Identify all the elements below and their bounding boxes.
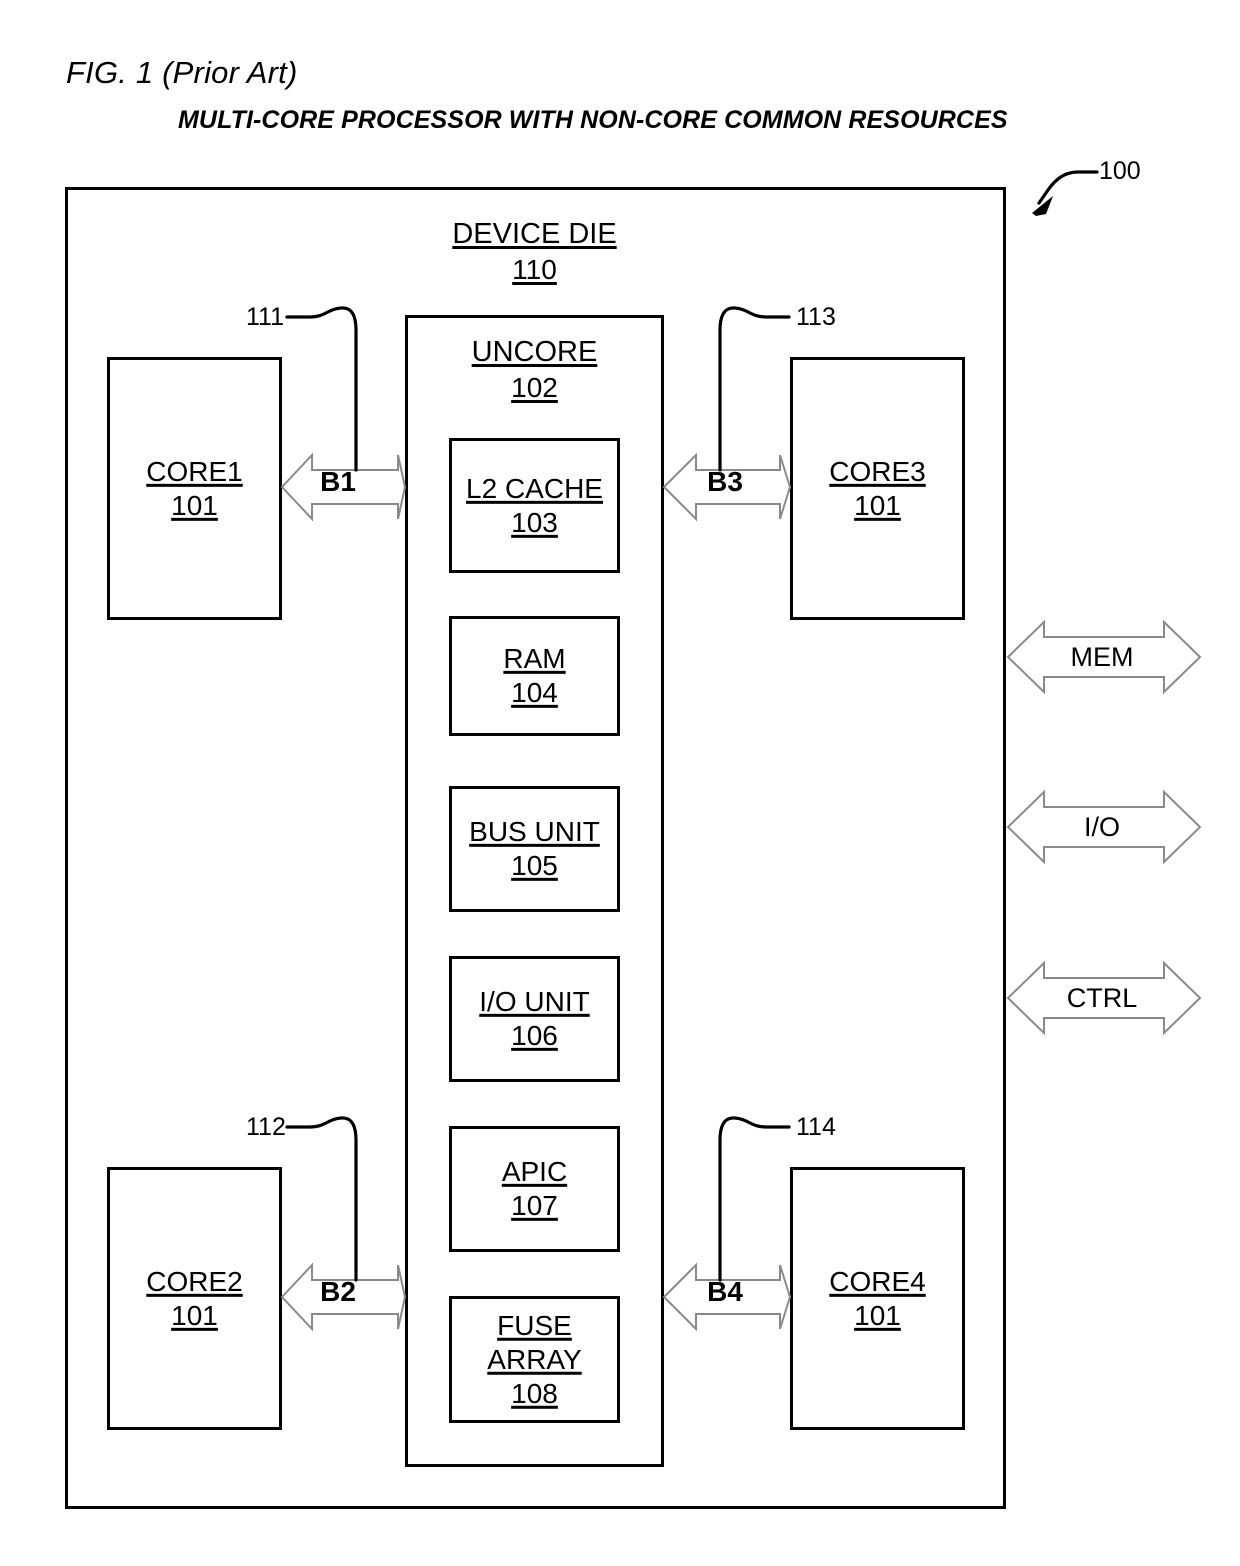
core3-ref: 101	[854, 489, 901, 521]
bus-label-b4: B4	[707, 1276, 743, 1307]
uncore-unit-ram: RAM 104	[449, 616, 620, 736]
reference-numeral-111: 111	[246, 303, 285, 331]
core4-ref: 101	[854, 1299, 901, 1331]
leader-arrowhead-100	[1032, 196, 1053, 216]
external-port-label-mem: MEM	[1070, 642, 1134, 672]
uncore-unit-label: L2 CACHE 103	[452, 471, 617, 539]
uncore-unit-label: BUS UNIT 105	[452, 815, 617, 883]
apic-name: APIC	[501, 1155, 568, 1187]
uncore-unit-bus-unit: BUS UNIT 105	[449, 786, 620, 912]
bus-unit-ref: 105	[511, 850, 558, 881]
fuse-array-name: FUSE ARRAY	[487, 1309, 582, 1375]
uncore-unit-io-unit: I/O UNIT 106	[449, 956, 620, 1082]
reference-numeral-100: 100	[1099, 157, 1141, 185]
core-label: CORE1 101	[110, 454, 279, 522]
core-label: CORE4 101	[793, 1264, 962, 1332]
uncore-ref: 102	[511, 372, 558, 404]
core-block-core2: CORE2 101	[107, 1167, 282, 1430]
uncore-unit-l2-cache: L2 CACHE 103	[449, 438, 620, 573]
uncore-name: UNCORE	[471, 336, 598, 368]
device-die-label: DEVICE DIE 110	[405, 216, 664, 287]
figure-title: FIG. 1 (Prior Art)	[66, 55, 298, 90]
external-port-label-ctrl: CTRL	[1066, 983, 1138, 1013]
uncore-unit-label: RAM 104	[452, 642, 617, 710]
core3-name: CORE3	[829, 455, 926, 487]
fuse-array-ref: 108	[511, 1377, 558, 1409]
core-block-core4: CORE4 101	[790, 1167, 965, 1430]
core1-name: CORE1	[146, 455, 243, 487]
apic-ref: 107	[511, 1190, 558, 1221]
reference-numeral-114: 114	[796, 1113, 836, 1141]
bus-label-b1: B1	[320, 466, 356, 497]
device-die-ref: 110	[512, 254, 557, 286]
uncore-label: UNCORE 102	[405, 334, 664, 405]
leader-line-100	[1037, 170, 1099, 205]
ram-ref: 104	[511, 677, 558, 708]
uncore-unit-fuse-array: FUSE ARRAY 108	[449, 1296, 620, 1423]
uncore-unit-label: I/O UNIT 106	[452, 985, 617, 1053]
core-label: CORE2 101	[110, 1264, 279, 1332]
bus-unit-name: BUS UNIT	[469, 815, 600, 847]
uncore-unit-apic: APIC 107	[449, 1126, 620, 1252]
io-unit-name: I/O UNIT	[479, 985, 590, 1017]
core1-ref: 101	[171, 489, 218, 521]
core-block-core3: CORE3 101	[790, 357, 965, 620]
core2-ref: 101	[171, 1299, 218, 1331]
uncore-unit-label: APIC 107	[452, 1155, 617, 1223]
core4-name: CORE4	[829, 1265, 926, 1297]
core-block-core1: CORE1 101	[107, 357, 282, 620]
io-unit-ref: 106	[511, 1020, 558, 1051]
bus-label-b3: B3	[707, 466, 743, 497]
l2-cache-name: L2 CACHE	[466, 472, 603, 504]
uncore-unit-label: FUSE ARRAY 108	[452, 1308, 617, 1410]
bus-label-b2: B2	[320, 1276, 356, 1307]
external-port-label-io: I/O	[1083, 812, 1120, 842]
reference-numeral-113: 113	[796, 303, 836, 331]
core2-name: CORE2	[146, 1265, 243, 1297]
reference-numeral-112: 112	[246, 1113, 286, 1141]
figure-subtitle: MULTI-CORE PROCESSOR WITH NON-CORE COMMO…	[178, 106, 1008, 134]
device-die-name: DEVICE DIE	[452, 218, 617, 250]
ram-name: RAM	[503, 642, 566, 674]
l2-cache-ref: 103	[511, 506, 558, 538]
core-label: CORE3 101	[793, 454, 962, 522]
